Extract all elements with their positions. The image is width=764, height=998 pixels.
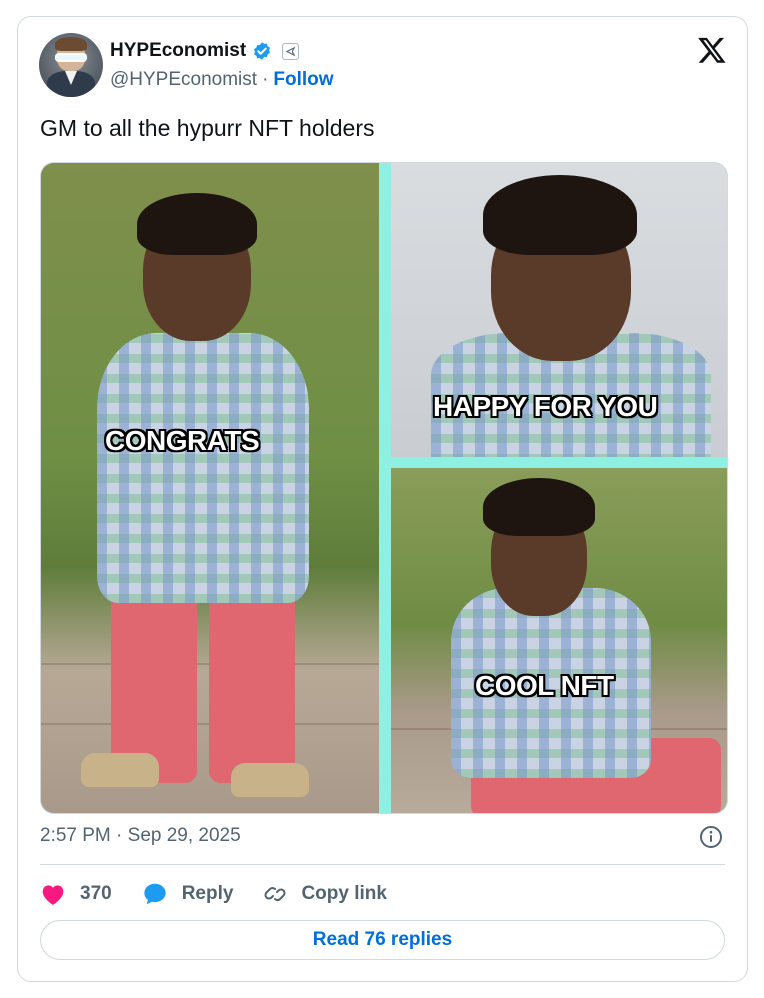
author-handle[interactable]: @HYPEconomist — [110, 69, 257, 91]
x-logo-icon[interactable] — [697, 35, 727, 65]
kid-shoe — [231, 763, 309, 797]
tweet-actions: 370 Reply Copy link — [40, 879, 417, 909]
reply-button[interactable]: Reply — [142, 881, 234, 907]
avatar-hair — [55, 37, 87, 51]
kid-shoe — [81, 753, 159, 787]
kid-shirt — [97, 333, 309, 603]
kid-hair — [137, 193, 257, 255]
kid-hair — [483, 175, 637, 255]
meme-caption-congrats: CONGRATS — [105, 425, 260, 456]
link-icon — [264, 886, 286, 902]
reply-label: Reply — [181, 883, 234, 904]
tweet-text: GM to all the hypurr NFT holders — [40, 115, 375, 141]
info-icon[interactable] — [699, 825, 723, 849]
read-replies-button[interactable]: Read 76 replies — [40, 920, 725, 960]
meme-caption-happy-for-you: HAPPY FOR YOU — [433, 391, 658, 422]
avatar[interactable] — [39, 33, 103, 97]
kid-hair — [483, 478, 595, 536]
author-display-name[interactable]: HYPEconomist — [110, 40, 246, 62]
actions-divider — [40, 864, 725, 865]
verified-badge-icon — [252, 41, 272, 61]
tweet-media-image[interactable]: CONGRATS HAPPY FOR YOU COOL NFT — [40, 162, 728, 814]
meme-panel-congrats: CONGRATS — [41, 163, 379, 813]
tweet-card: HYPEconomist @HYPEconomist · Follow GM t… — [17, 16, 748, 982]
follow-button[interactable]: Follow — [273, 69, 333, 91]
heart-icon — [42, 885, 64, 905]
author-name-row: HYPEconomist — [110, 39, 300, 63]
like-count: 370 — [80, 883, 112, 904]
speech-bubble-icon — [144, 883, 166, 905]
author-handle-row: @HYPEconomist · Follow — [110, 69, 334, 91]
copy-link-label: Copy link — [301, 883, 387, 904]
affiliate-badge-icon — [282, 42, 300, 60]
tweet-timestamp[interactable]: 2:57 PM · Sep 29, 2025 — [40, 825, 241, 847]
like-button[interactable]: 370 — [40, 882, 112, 906]
meme-caption-cool-nft: COOL NFT — [475, 670, 614, 701]
meme-panel-happy-for-you: HAPPY FOR YOU — [391, 163, 727, 457]
avatar-sunglasses — [55, 53, 87, 62]
meme-panel-cool-nft: COOL NFT — [391, 468, 727, 813]
copy-link-button[interactable]: Copy link — [263, 882, 387, 906]
handle-separator: · — [262, 69, 269, 90]
